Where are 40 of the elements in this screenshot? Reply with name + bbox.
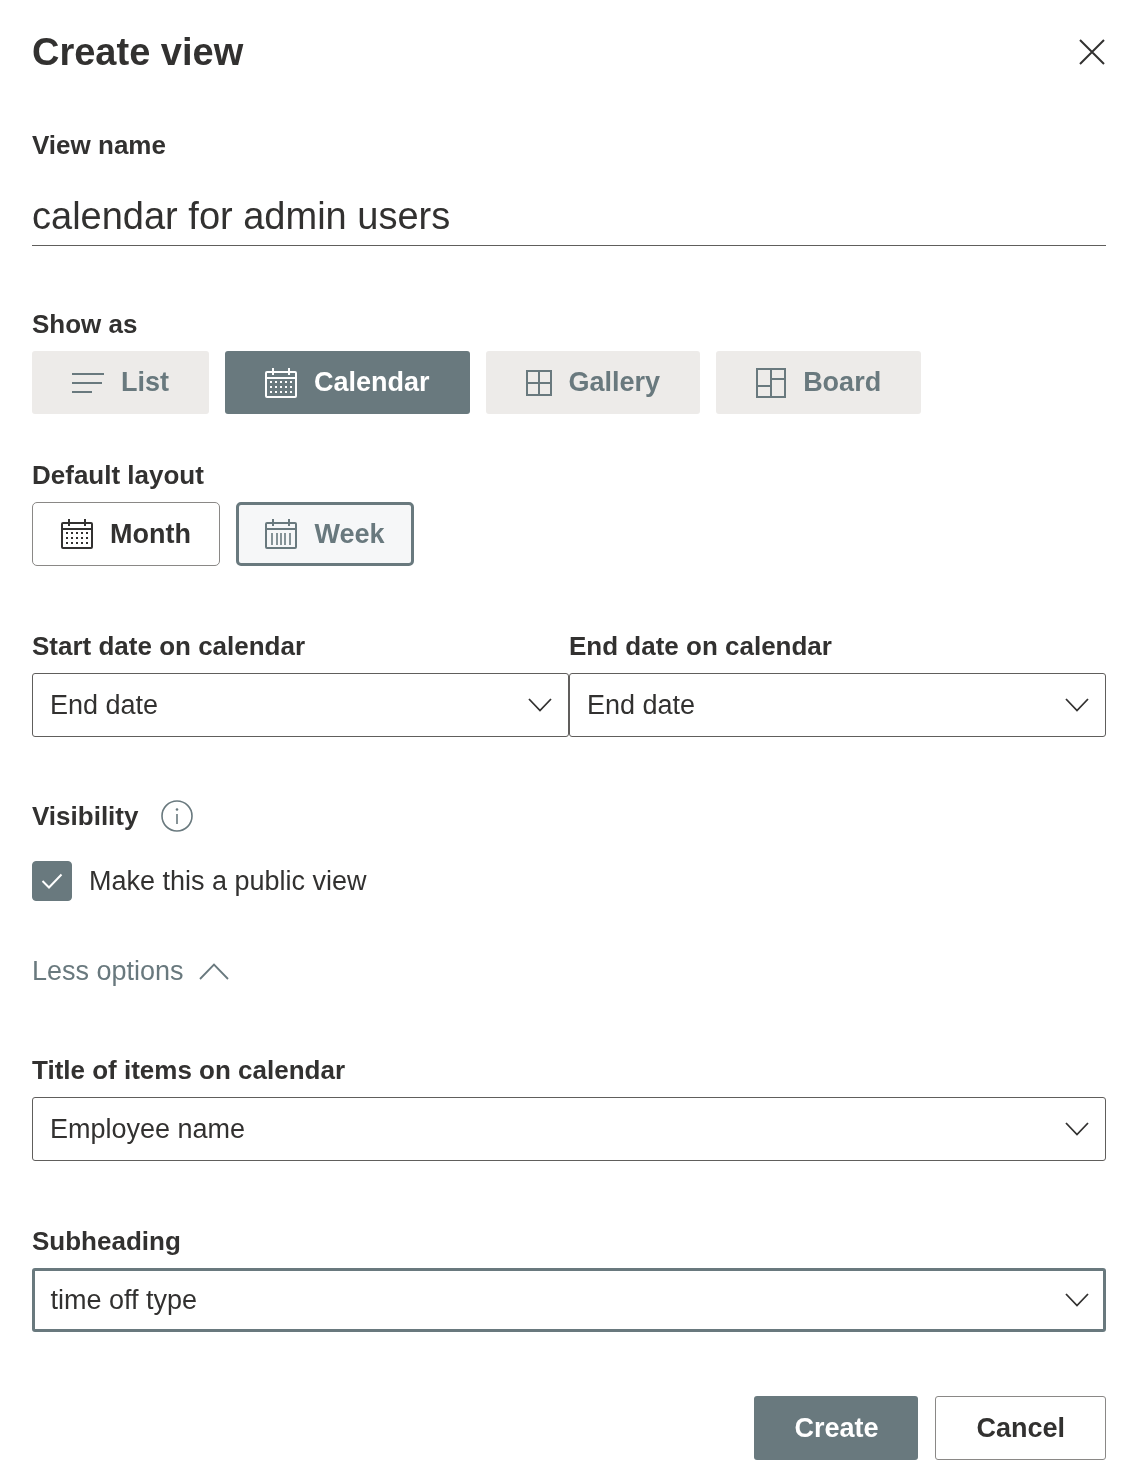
- field-label: Visibility: [32, 800, 139, 832]
- dialog-title: Create view: [32, 30, 244, 75]
- field-label: Title of items on calendar: [32, 1054, 346, 1086]
- dropdown[interactable]: End date: [569, 673, 1106, 737]
- field-label: Default layout: [32, 459, 204, 491]
- layout-button[interactable]: Week: [235, 502, 414, 566]
- checkbox[interactable]: [32, 861, 72, 901]
- info-icon[interactable]: [161, 800, 194, 832]
- primary-button[interactable]: Create: [754, 1396, 919, 1460]
- field-label: End date on calendar: [569, 630, 832, 662]
- field-label: View name: [32, 129, 166, 161]
- view-type-button[interactable]: Board: [716, 351, 922, 414]
- secondary-button[interactable]: Cancel: [935, 1396, 1106, 1460]
- dropdown[interactable]: time off type: [32, 1268, 1106, 1332]
- close-icon: [1079, 39, 1105, 65]
- field-label: Start date on calendar: [32, 630, 306, 662]
- checkbox-label: Make this a public view: [89, 865, 367, 897]
- field-label: Show as: [32, 308, 138, 340]
- close-button[interactable]: [1079, 39, 1105, 65]
- chevron-down-icon: [528, 698, 552, 712]
- check-icon: [41, 873, 63, 889]
- chevron-down-icon: [1065, 1122, 1089, 1136]
- calendar-icon: [265, 367, 297, 398]
- layout-icon: [756, 367, 787, 398]
- chevron-down-icon: [1065, 698, 1089, 712]
- lines-icon: [72, 372, 104, 393]
- chevron-up-icon: [198, 962, 229, 980]
- view-type-button[interactable]: Calendar: [225, 351, 470, 414]
- calendar-icon: [61, 519, 93, 549]
- view-type-button[interactable]: List: [32, 351, 209, 414]
- text-field[interactable]: calendar for admin users: [32, 188, 1106, 246]
- layout-button[interactable]: Month: [32, 502, 220, 566]
- view-type-button[interactable]: Gallery: [485, 351, 701, 414]
- chevron-down-icon: [1064, 1293, 1089, 1307]
- options-toggle-link[interactable]: Less options: [32, 955, 229, 987]
- field-label: Subheading: [32, 1225, 181, 1257]
- dropdown[interactable]: Employee name: [32, 1097, 1106, 1161]
- dropdown[interactable]: End date: [32, 673, 569, 737]
- grid-icon: [525, 369, 552, 396]
- calendar-icon: [265, 519, 298, 549]
